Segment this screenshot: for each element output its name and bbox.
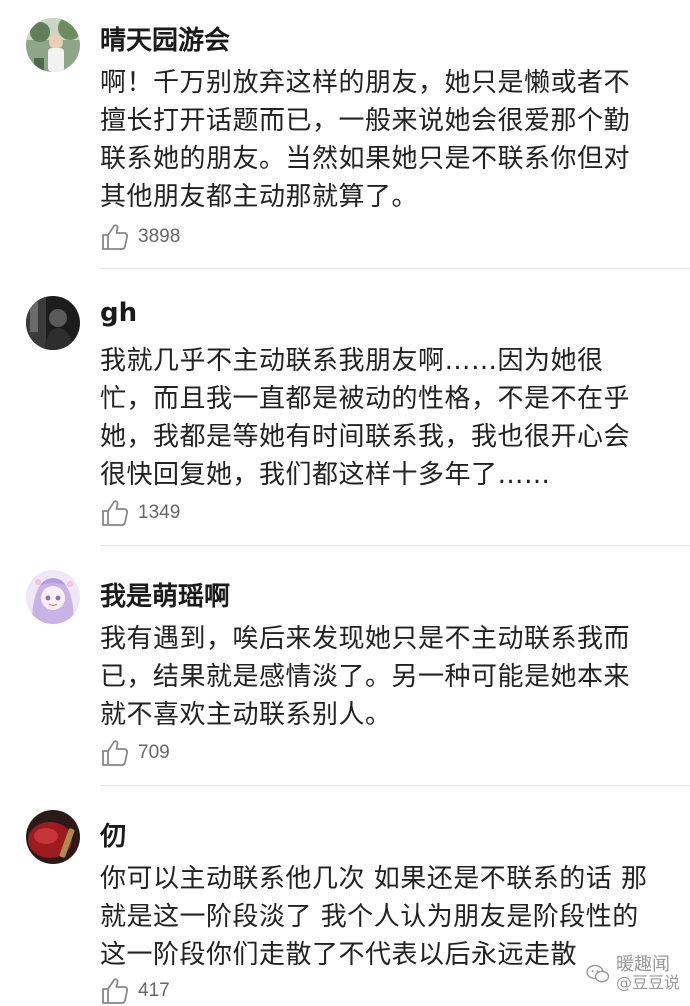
username[interactable]: 晴天园游会 [100, 20, 230, 57]
user-avatar[interactable] [26, 810, 80, 864]
avatar-photo-icon [26, 810, 80, 864]
like-button[interactable]: 417 [100, 976, 170, 1006]
thumbs-up-icon [102, 224, 129, 250]
comment-text-line: 我就几乎不主动联系我朋友啊……因为她很 [100, 346, 604, 376]
avatar-photo-icon [26, 296, 80, 350]
like-count: 3898 [138, 226, 181, 247]
avatar-photo-icon [26, 18, 80, 72]
wechat-icon [586, 964, 610, 983]
user-avatar[interactable] [26, 570, 80, 624]
comment-text-line: 她，我都是等她有时间联系我，我也很开心会 [100, 422, 631, 452]
user-avatar[interactable] [26, 18, 80, 72]
user-avatar[interactable] [26, 296, 80, 350]
divider [100, 268, 690, 269]
comment-text-line: 这一阶段你们走散了不代表以后永远走散 [100, 940, 578, 970]
thumbs-up-icon [102, 978, 129, 1004]
comment-text-line: 你可以主动联系他几次 如果还是不联系的话 那 [100, 864, 648, 894]
username[interactable]: 我是萌瑶啊 [100, 576, 230, 613]
like-button[interactable]: 1349 [100, 498, 180, 528]
comment-text-line: 其他朋友都主动那就算了。 [100, 182, 419, 212]
like-count: 417 [138, 980, 170, 1001]
comment-text-line: 啊！千万别放弃这样的朋友，她只是懒或者不 [100, 68, 631, 98]
username[interactable]: gh [100, 298, 137, 328]
like-button[interactable]: 709 [100, 738, 170, 768]
comment-text-line: 很快回复她，我们都这样十多年了…… [100, 460, 551, 490]
comment-item: gh 我就几乎不主动联系我朋友啊……因为她很 忙，而且我一直都是被动的性格，不是… [0, 270, 690, 546]
watermark: 暖趣闻 @豆豆说 [586, 955, 680, 993]
like-button[interactable]: 3898 [100, 222, 180, 252]
comment-text-line: 我有遇到，唉后来发现她只是不主动联系我而 [100, 624, 631, 654]
like-count: 1349 [138, 502, 181, 523]
comment-text-line: 联系她的朋友。当然如果她只是不联系你但对 [100, 144, 631, 174]
watermark-handle: @豆豆说 [615, 973, 680, 993]
comment-item: 晴天园游会 啊！千万别放弃这样的朋友，她只是懒或者不 擅长打开话题而已，一般来说… [0, 0, 690, 270]
thumbs-up-icon [102, 740, 129, 766]
comment-text-line: 就是这一阶段淡了 我个人认为朋友是阶段性的 [100, 902, 639, 932]
like-count: 709 [138, 742, 170, 763]
comment-text-line: 已，结果就是感情淡了。另一种可能是她本来 [100, 662, 631, 692]
comment-text-line: 擅长打开话题而已，一般来说她会很爱那个勤 [100, 106, 631, 136]
avatar-anime-icon [26, 570, 80, 624]
comment-text-line: 就不喜欢主动联系别人。 [100, 700, 392, 730]
thumbs-up-icon [102, 500, 129, 526]
comment-item: 我是萌瑶啊 我有遇到，唉后来发现她只是不主动联系我而 已，结果就是感情淡了。另一… [0, 546, 690, 786]
username[interactable]: 仞 [100, 816, 126, 853]
comment-text-line: 忙，而且我一直都是被动的性格，不是不在乎 [100, 384, 631, 414]
